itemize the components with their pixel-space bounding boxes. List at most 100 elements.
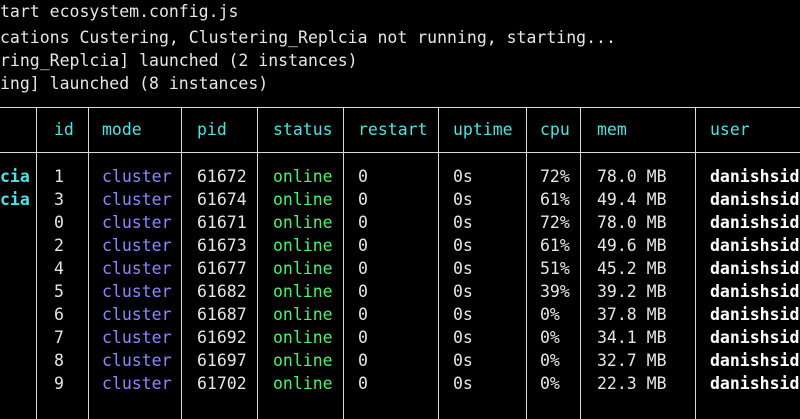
- restart-cell: 0: [358, 190, 368, 209]
- cpu-cell: 61%: [540, 190, 570, 209]
- cpu-cell: 72%: [540, 213, 570, 232]
- uptime-cell: 0s: [453, 167, 473, 186]
- cpu-cell: 51%: [540, 259, 570, 278]
- column-header-cpu[interactable]: cpu: [540, 118, 570, 141]
- mode-cell: cluster: [102, 305, 172, 324]
- user-cell: danishsidd: [710, 259, 800, 278]
- user-cell: danishsidd: [710, 351, 800, 370]
- uptime-cell: 0s: [453, 328, 473, 347]
- cpu-cell: 0%: [540, 374, 560, 393]
- mode-cell: cluster: [102, 190, 172, 209]
- mem-cell: 34.1 MB: [597, 328, 667, 347]
- user-cell: danishsidd: [710, 305, 800, 324]
- terminal-line: tart ecosystem.config.js: [0, 2, 239, 21]
- uptime-cell: 0s: [453, 236, 473, 255]
- user-cell: danishsidd: [710, 282, 800, 301]
- id-cell: 1: [54, 167, 64, 186]
- restart-cell: 0: [358, 351, 368, 370]
- mem-cell: 39.2 MB: [597, 282, 667, 301]
- column-border: [181, 108, 182, 419]
- mem-cell: 49.4 MB: [597, 190, 667, 209]
- user-cell: danishsidd: [710, 190, 800, 209]
- table-header-separator: [0, 152, 800, 153]
- column-border: [438, 108, 439, 419]
- status-cell: online: [273, 190, 333, 209]
- mode-cell: cluster: [102, 236, 172, 255]
- user-cell: danishsidd: [710, 328, 800, 347]
- pid-cell: 61674: [197, 190, 247, 209]
- mode-cell: cluster: [102, 374, 172, 393]
- terminal-window[interactable]: tart ecosystem.config.js cations Custeri…: [0, 0, 800, 419]
- cpu-cell: 72%: [540, 167, 570, 186]
- uptime-cell: 0s: [453, 259, 473, 278]
- column-header-user[interactable]: user: [710, 118, 750, 141]
- column-header-mem[interactable]: mem: [597, 118, 627, 141]
- cpu-cell: 0%: [540, 351, 560, 370]
- mem-cell: 49.6 MB: [597, 236, 667, 255]
- mem-cell: 22.3 MB: [597, 374, 667, 393]
- column-header-uptime[interactable]: uptime: [453, 118, 513, 141]
- user-cell: danishsidd: [710, 374, 800, 393]
- column-border: [695, 108, 696, 419]
- cpu-cell: 0%: [540, 328, 560, 347]
- status-cell: online: [273, 305, 333, 324]
- status-cell: online: [273, 328, 333, 347]
- mem-cell: 32.7 MB: [597, 351, 667, 370]
- column-header-mode[interactable]: mode: [102, 118, 142, 141]
- column-border: [36, 108, 37, 419]
- pid-cell: 61677: [197, 259, 247, 278]
- restart-cell: 0: [358, 213, 368, 232]
- status-cell: online: [273, 213, 333, 232]
- pid-cell: 61687: [197, 305, 247, 324]
- mode-cell: cluster: [102, 282, 172, 301]
- column-header-pid[interactable]: pid: [197, 118, 227, 141]
- mode-cell: cluster: [102, 213, 172, 232]
- mem-cell: 37.8 MB: [597, 305, 667, 324]
- app-name-cell: cia: [0, 167, 30, 186]
- user-cell: danishsidd: [710, 167, 800, 186]
- table-top-border: [0, 107, 800, 108]
- uptime-cell: 0s: [453, 213, 473, 232]
- pid-cell: 61702: [197, 374, 247, 393]
- uptime-cell: 0s: [453, 282, 473, 301]
- restart-cell: 0: [358, 167, 368, 186]
- id-cell: 7: [54, 328, 64, 347]
- id-cell: 8: [54, 351, 64, 370]
- pid-cell: 61692: [197, 328, 247, 347]
- pid-cell: 61673: [197, 236, 247, 255]
- status-cell: online: [273, 259, 333, 278]
- user-cell: danishsidd: [710, 213, 800, 232]
- mode-cell: cluster: [102, 167, 172, 186]
- column-border: [580, 108, 581, 419]
- id-cell: 0: [54, 213, 64, 232]
- pid-cell: 61682: [197, 282, 247, 301]
- pid-cell: 61672: [197, 167, 247, 186]
- status-cell: online: [273, 282, 333, 301]
- cpu-cell: 39%: [540, 282, 570, 301]
- column-header-restart[interactable]: restart: [358, 118, 428, 141]
- terminal-line: cations Custering, Clustering_Replcia no…: [0, 28, 616, 47]
- mem-cell: 78.0 MB: [597, 167, 667, 186]
- status-cell: online: [273, 167, 333, 186]
- status-cell: online: [273, 374, 333, 393]
- pid-cell: 61671: [197, 213, 247, 232]
- column-border: [257, 108, 258, 419]
- uptime-cell: 0s: [453, 351, 473, 370]
- column-border: [343, 108, 344, 419]
- id-cell: 3: [54, 190, 64, 209]
- mode-cell: cluster: [102, 259, 172, 278]
- pid-cell: 61697: [197, 351, 247, 370]
- uptime-cell: 0s: [453, 374, 473, 393]
- id-cell: 2: [54, 236, 64, 255]
- uptime-cell: 0s: [453, 190, 473, 209]
- mode-cell: cluster: [102, 351, 172, 370]
- column-header-status[interactable]: status: [273, 118, 333, 141]
- id-cell: 4: [54, 259, 64, 278]
- restart-cell: 0: [358, 374, 368, 393]
- id-cell: 9: [54, 374, 64, 393]
- status-cell: online: [273, 351, 333, 370]
- mem-cell: 78.0 MB: [597, 213, 667, 232]
- cpu-cell: 61%: [540, 236, 570, 255]
- column-header-id[interactable]: id: [54, 118, 74, 141]
- uptime-cell: 0s: [453, 305, 473, 324]
